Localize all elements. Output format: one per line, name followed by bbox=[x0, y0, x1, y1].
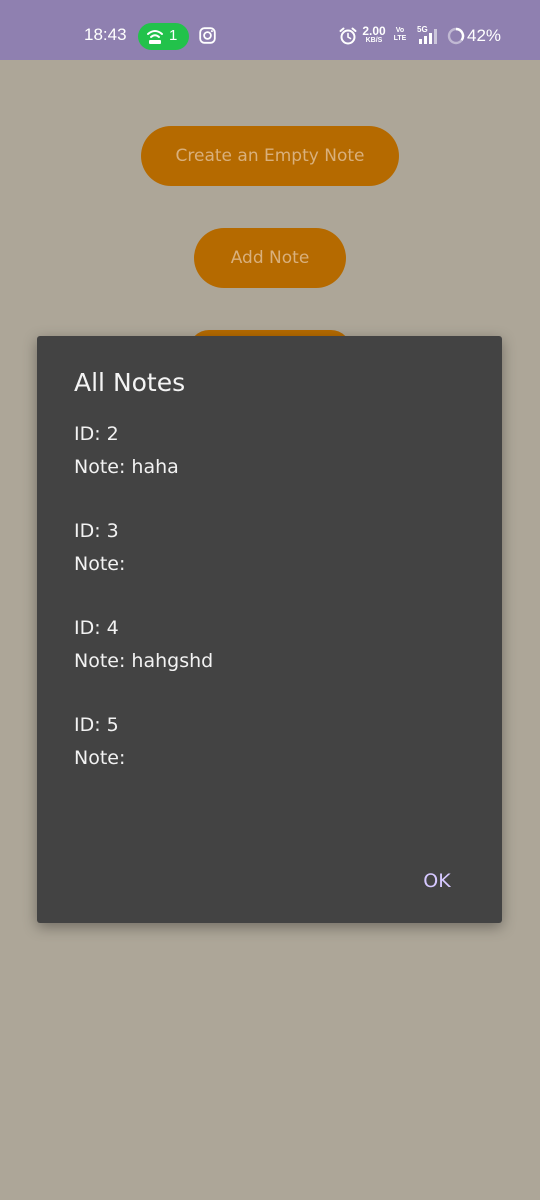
signal-strength-icon: 5G bbox=[417, 25, 443, 45]
note-id: ID: 5 bbox=[74, 714, 119, 736]
note-text: Note: bbox=[74, 747, 126, 769]
hotspot-icon bbox=[147, 30, 163, 44]
all-notes-dialog: All Notes ID: 2 Note: haha ID: 3 Note: I… bbox=[37, 336, 502, 923]
network-type: 5G bbox=[417, 25, 428, 34]
network-speed-value: 2.00 bbox=[362, 24, 386, 38]
note-item: ID: 2 Note: haha bbox=[74, 418, 474, 515]
note-text: Note: bbox=[74, 553, 126, 575]
battery-icon bbox=[447, 27, 465, 45]
volte-indicator: Vo LTE bbox=[393, 27, 407, 43]
add-note-button[interactable]: Add Note bbox=[194, 228, 346, 288]
create-empty-note-button[interactable]: Create an Empty Note bbox=[141, 126, 399, 186]
note-id: ID: 2 bbox=[74, 423, 119, 445]
volte-bottom: LTE bbox=[393, 35, 407, 42]
dialog-title: All Notes bbox=[74, 368, 186, 397]
ok-button[interactable]: OK bbox=[413, 865, 461, 897]
alarm-clock-icon bbox=[339, 27, 357, 45]
note-item: ID: 4 Note: hahgshd bbox=[74, 612, 474, 709]
status-time: 18:43 bbox=[84, 25, 127, 44]
hotspot-count: 1 bbox=[169, 27, 178, 44]
hotspot-indicator[interactable]: 1 bbox=[138, 23, 189, 50]
volte-top: Vo bbox=[395, 27, 405, 34]
instagram-icon bbox=[199, 27, 216, 44]
note-id: ID: 4 bbox=[74, 617, 119, 639]
note-text: Note: hahgshd bbox=[74, 650, 214, 672]
note-item: ID: 5 Note: bbox=[74, 709, 474, 806]
network-speed-unit: KB/S bbox=[365, 37, 383, 44]
network-speed: 2.00 KB/S bbox=[361, 25, 387, 45]
status-bar: 18:43 1 2.00 KB/S Vo LTE 5G 42% bbox=[0, 0, 540, 60]
notes-list: ID: 2 Note: haha ID: 3 Note: ID: 4 Note:… bbox=[74, 418, 474, 806]
note-text: Note: haha bbox=[74, 456, 179, 478]
battery-percent: 42% bbox=[467, 26, 502, 45]
note-id: ID: 3 bbox=[74, 520, 119, 542]
note-item: ID: 3 Note: bbox=[74, 515, 474, 612]
